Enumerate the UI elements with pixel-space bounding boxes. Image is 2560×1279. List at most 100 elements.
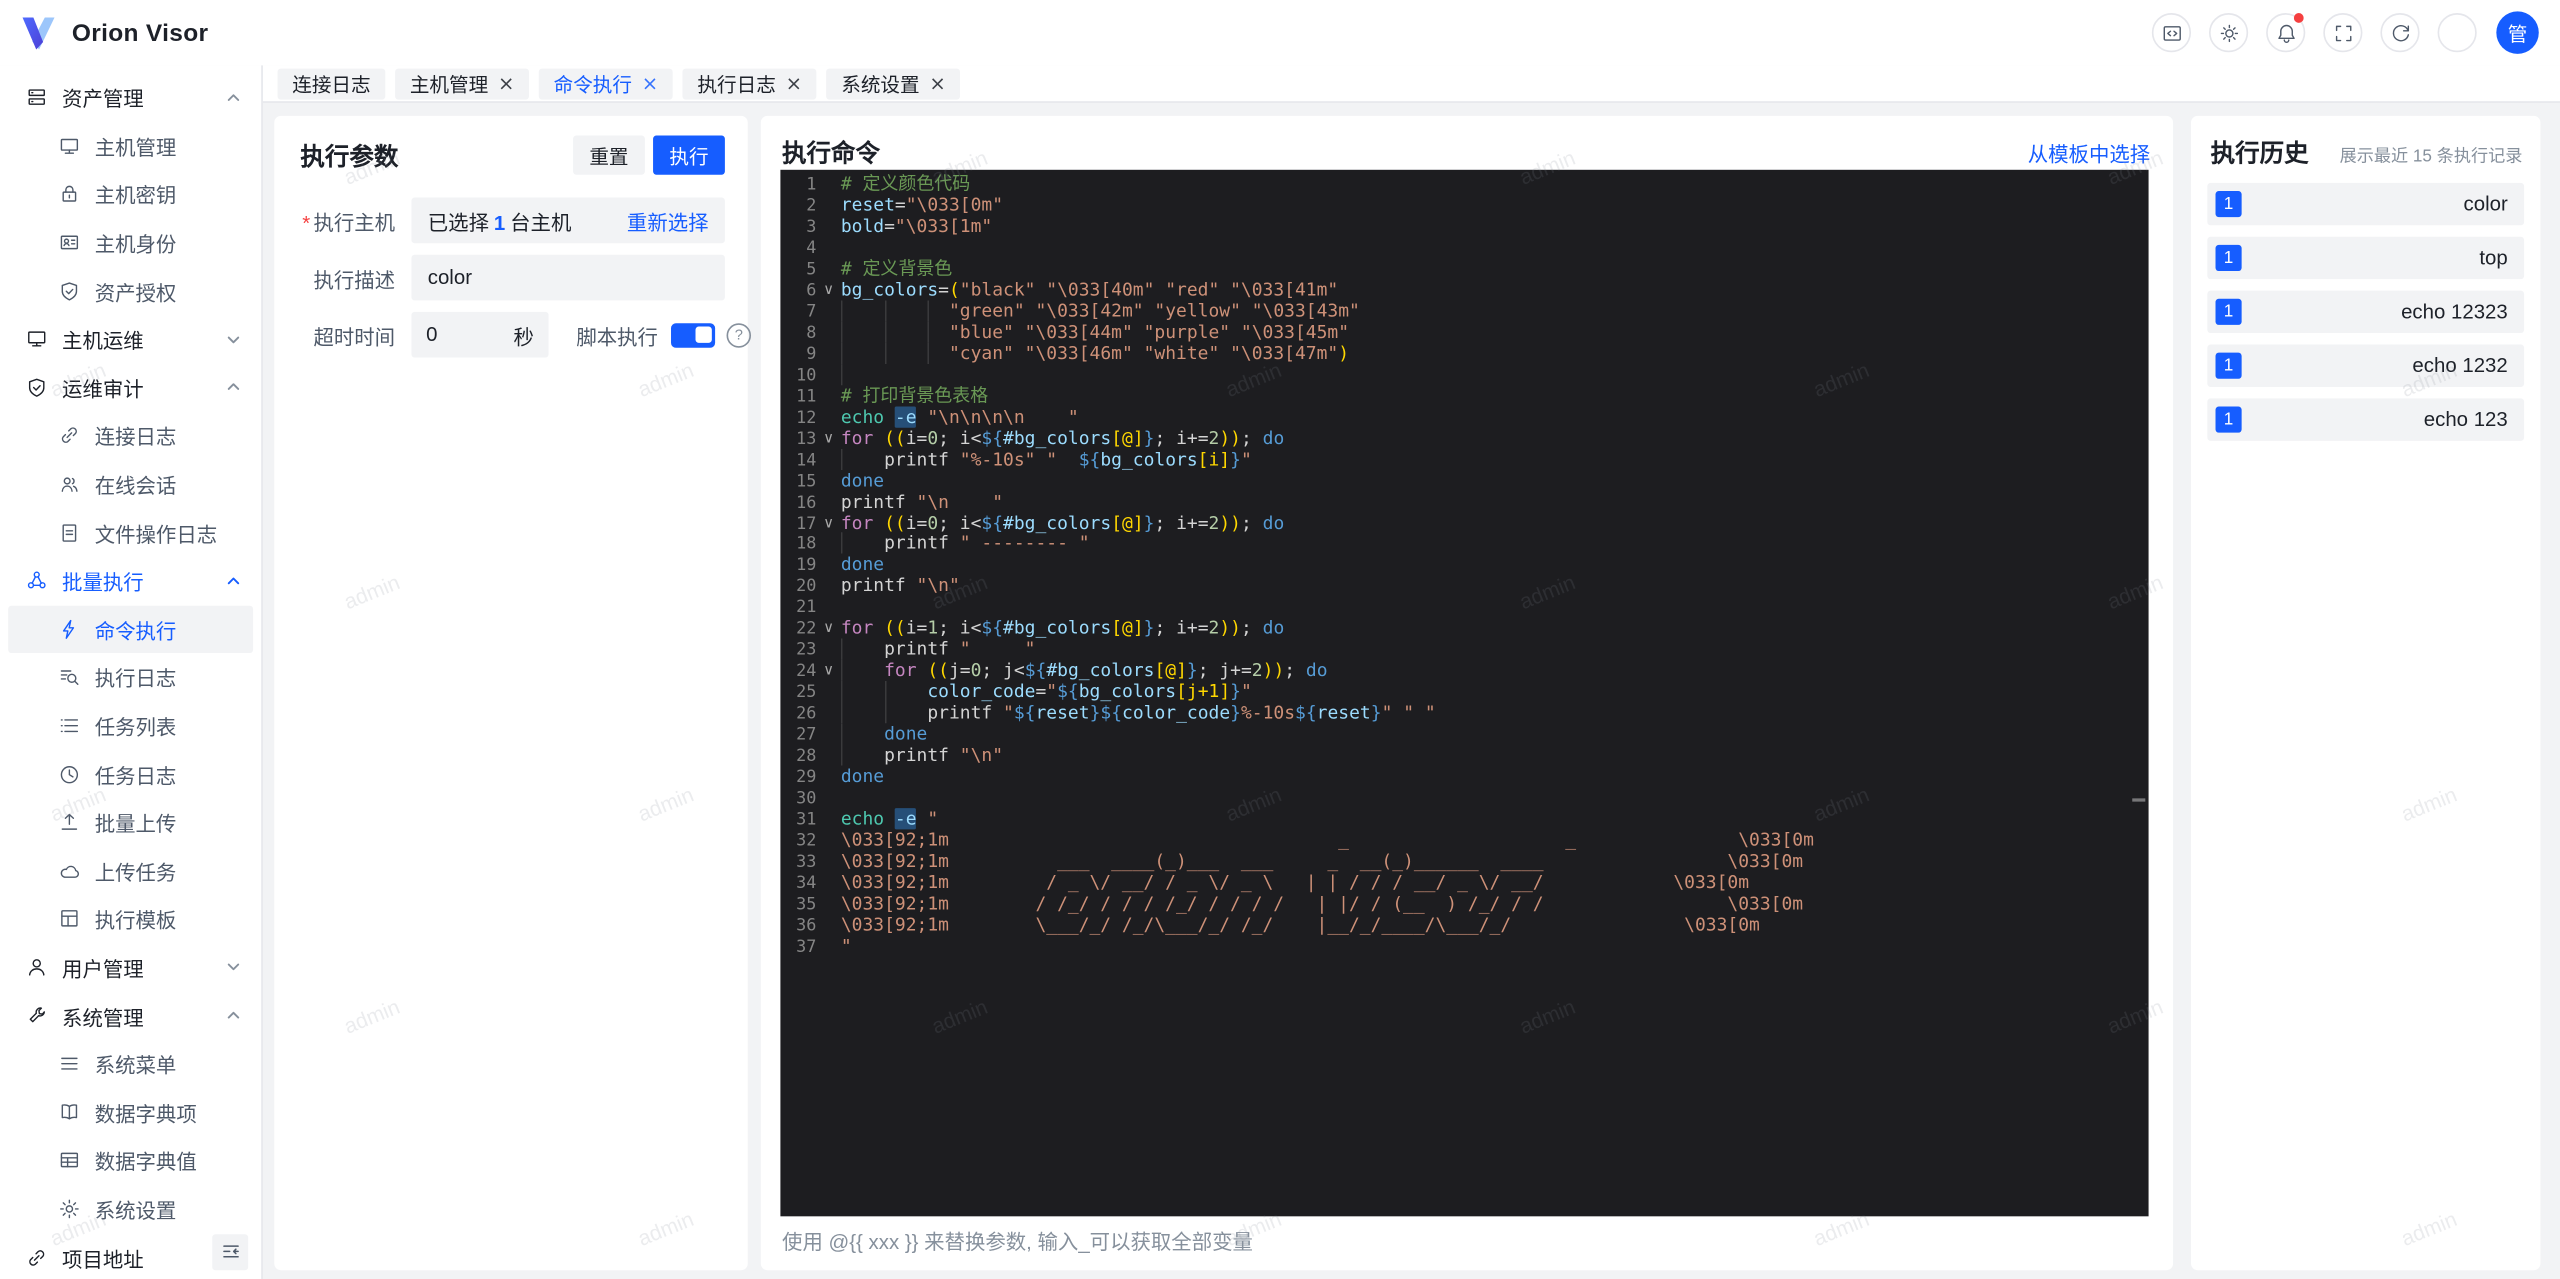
bolt-icon bbox=[62, 619, 75, 639]
exec-history-panel: 执行历史 展示最近 15 条执行记录 1 color 1 top 1 echo 12323… bbox=[2191, 115, 2541, 1271]
fold-arrow-icon[interactable]: ∨ bbox=[816, 281, 840, 302]
editor-line: 26 printf "${reset}${color_code}%-10s${r… bbox=[780, 702, 2148, 725]
code-text: for ((i=1; i<${#bg_colors[@]}; i+=2)); d… bbox=[840, 617, 1285, 639]
tab[interactable]: 连接日志 bbox=[277, 67, 386, 99]
history-item[interactable]: 1 echo 1232 bbox=[2207, 344, 2525, 387]
sidebar-item[interactable]: 执行日志 bbox=[8, 653, 253, 701]
fold-arrow-icon[interactable]: ∨ bbox=[816, 429, 840, 450]
tab[interactable]: 主机管理 × bbox=[395, 67, 530, 99]
reselect-link[interactable]: 重新选择 bbox=[627, 205, 709, 236]
sidebar-item[interactable]: 文件操作日志 bbox=[8, 508, 253, 556]
sidebar-item[interactable]: 系统菜单 bbox=[8, 1040, 253, 1088]
wrench-icon bbox=[29, 1006, 45, 1022]
description-input[interactable]: color bbox=[411, 254, 725, 301]
fold-arrow-icon[interactable]: ∨ bbox=[816, 513, 840, 534]
sidebar-item[interactable]: 主机运维 bbox=[8, 315, 253, 363]
settings-button[interactable] bbox=[2437, 13, 2477, 53]
execute-button[interactable]: 执行 bbox=[653, 135, 725, 175]
code-text: printf " -------- " bbox=[841, 533, 1089, 556]
sidebar-item-label: 数据字典值 bbox=[94, 1151, 197, 1175]
host-select-field[interactable]: 已选择 1 台主机 重新选择 bbox=[411, 197, 725, 244]
editor-line: 16 printf "\n " bbox=[780, 490, 2148, 513]
tab-close-icon[interactable]: × bbox=[498, 73, 514, 93]
chevron-up-icon bbox=[227, 93, 240, 101]
reset-button[interactable]: 重置 bbox=[573, 135, 645, 175]
sidebar-item[interactable]: 在线会话 bbox=[8, 460, 253, 508]
script-exec-toggle[interactable] bbox=[671, 322, 716, 347]
user-avatar[interactable]: 管 bbox=[2496, 11, 2539, 54]
code-window-button[interactable] bbox=[2151, 13, 2192, 53]
fold-arrow-icon[interactable]: ∨ bbox=[816, 662, 840, 683]
refresh-button[interactable] bbox=[2380, 13, 2420, 53]
tab-label: 主机管理 bbox=[409, 72, 489, 96]
help-icon[interactable]: ? bbox=[726, 322, 752, 347]
sidebar-item[interactable]: 主机管理 bbox=[8, 122, 253, 170]
line-number: 33 bbox=[796, 852, 817, 872]
fold-arrow-icon[interactable]: ∨ bbox=[816, 619, 840, 640]
sidebar-item[interactable]: 任务日志 bbox=[8, 750, 253, 798]
sidebar-item-label: 执行日志 bbox=[94, 668, 177, 692]
code-text: bg_colors=("black" "\033[40m" "red" "\03… bbox=[840, 278, 1339, 301]
editor-line: 19 done bbox=[780, 554, 2148, 577]
choose-template-link[interactable]: 从模板中选择 bbox=[2028, 137, 2150, 168]
history-item[interactable]: 1 top bbox=[2207, 236, 2525, 280]
history-item[interactable]: 1 echo 12323 bbox=[2207, 290, 2525, 334]
tab-label: 命令执行 bbox=[553, 72, 633, 96]
sidebar-collapse-button[interactable] bbox=[212, 1233, 249, 1270]
safe-icon bbox=[61, 281, 78, 301]
timeout-input[interactable]: 0 秒 bbox=[411, 311, 549, 358]
tab[interactable]: 系统设置 × bbox=[826, 67, 961, 99]
tab-close-icon[interactable]: × bbox=[642, 73, 658, 93]
sidebar-item[interactable]: 数据字典项 bbox=[8, 1088, 253, 1136]
line-number: 19 bbox=[796, 555, 817, 576]
sidebar-item[interactable]: 用户管理 bbox=[8, 943, 253, 991]
sidebar-item[interactable]: 主机身份 bbox=[8, 218, 253, 266]
editor-line: 9 "cyan" "\033[46m" "white" "\033[47m") bbox=[780, 342, 2148, 365]
fullscreen-button[interactable] bbox=[2323, 13, 2363, 53]
fold-gutter bbox=[816, 873, 840, 894]
tab-close-icon[interactable]: × bbox=[786, 73, 802, 93]
tab[interactable]: 命令执行 × bbox=[538, 67, 673, 99]
code-text: \033[92;1m / _ \/ __/ / _ \/ _ \ | | / /… bbox=[840, 871, 1750, 894]
sidebar-item[interactable]: 系统管理 bbox=[8, 991, 253, 1039]
app-logo[interactable]: Orion Visor bbox=[21, 16, 208, 50]
scrollbar-mark[interactable] bbox=[2132, 798, 2146, 802]
logo-icon bbox=[22, 16, 55, 49]
sidebar-item[interactable]: 上传任务 bbox=[8, 847, 253, 895]
sidebar-item-label: 执行模板 bbox=[94, 910, 177, 933]
line-number: 2 bbox=[806, 195, 817, 216]
sidebar-item-label: 主机身份 bbox=[94, 233, 177, 257]
sidebar-item[interactable]: 资产授权 bbox=[8, 267, 253, 315]
tab-close-icon[interactable]: × bbox=[929, 73, 945, 93]
code-text: done bbox=[840, 469, 885, 491]
history-item[interactable]: 1 echo 123 bbox=[2207, 398, 2525, 441]
notification-button[interactable] bbox=[2266, 13, 2306, 53]
sidebar-item[interactable]: 连接日志 bbox=[8, 412, 253, 460]
line-number: 13 bbox=[796, 428, 817, 449]
fold-gutter bbox=[816, 916, 840, 937]
history-item[interactable]: 1 color bbox=[2207, 182, 2525, 226]
sidebar-item[interactable]: 任务列表 bbox=[8, 702, 253, 750]
notification-dot bbox=[2293, 13, 2304, 23]
sidebar-item-label: 连接日志 bbox=[94, 426, 177, 450]
line-number: 9 bbox=[806, 344, 817, 364]
tab[interactable]: 执行日志 × bbox=[682, 67, 817, 99]
sidebar-item[interactable]: 运维审计 bbox=[8, 363, 253, 411]
sidebar-item[interactable]: 数据字典值 bbox=[8, 1136, 253, 1184]
sidebar-item[interactable]: 执行模板 bbox=[8, 895, 253, 943]
code-editor[interactable]: 1 # 定义颜色代码 2 reset="\033[0m" 3 bold="\033[1m"… bbox=[780, 169, 2149, 1217]
sidebar-item[interactable]: 主机密钥 bbox=[8, 170, 253, 218]
sidebar-item-label: 主机运维 bbox=[62, 330, 144, 354]
script-exec-label: 脚本执行 bbox=[576, 325, 658, 349]
sidebar-item[interactable]: 命令执行 bbox=[8, 604, 254, 654]
sidebar-item[interactable]: 批量上传 bbox=[8, 798, 253, 846]
code-text: " bbox=[840, 935, 852, 957]
theme-button[interactable] bbox=[2208, 13, 2249, 53]
code-text: \033[92;1m _ _ \033[0m bbox=[840, 829, 1814, 851]
code-text: printf "\n " bbox=[840, 490, 1004, 512]
sidebar-item[interactable]: 系统设置 bbox=[8, 1185, 253, 1233]
sidebar-item-label: 任务列表 bbox=[94, 716, 177, 740]
sidebar-item[interactable]: 批量执行 bbox=[8, 557, 253, 605]
sidebar-item-label: 批量上传 bbox=[94, 813, 177, 837]
sidebar-item[interactable]: 资产管理 bbox=[8, 73, 253, 121]
